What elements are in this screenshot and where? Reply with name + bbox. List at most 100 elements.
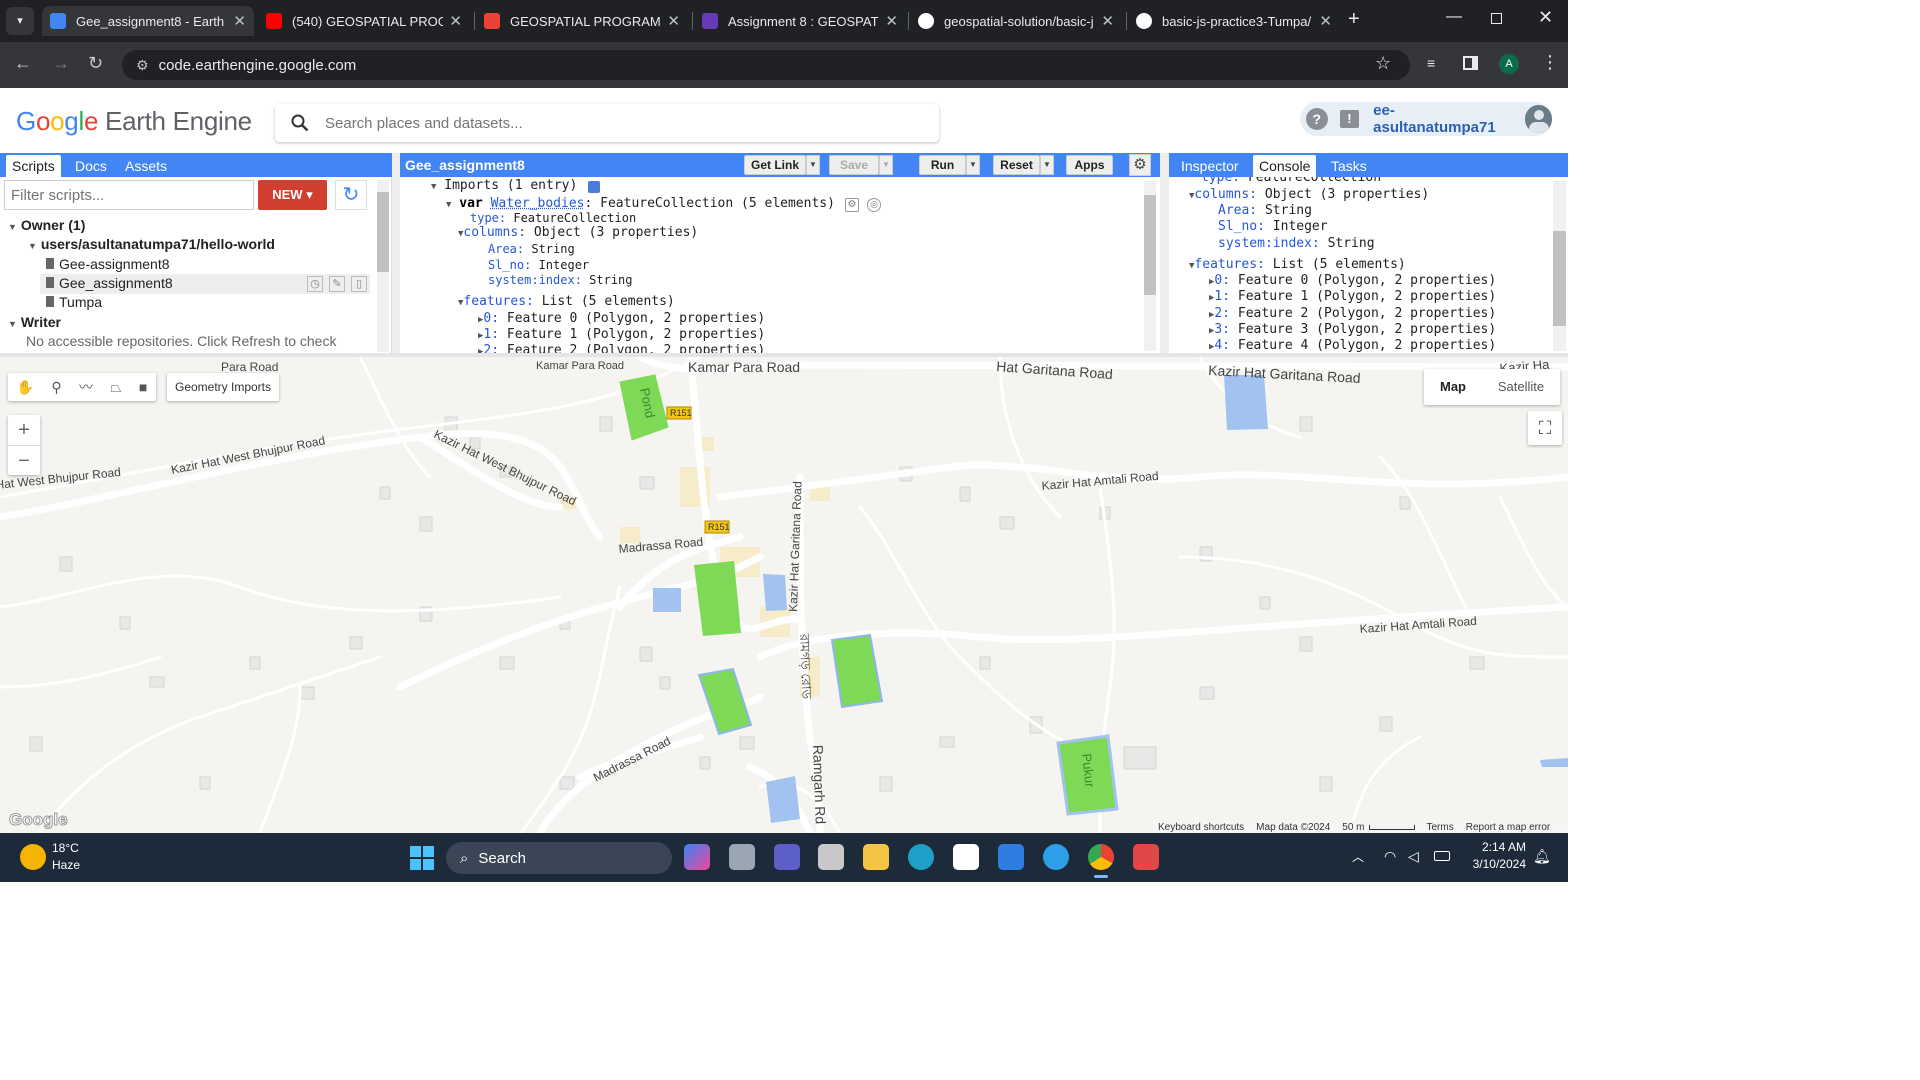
keyboard-shortcuts-link[interactable]: Keyboard shortcuts (1158, 822, 1244, 833)
search-input[interactable] (325, 114, 885, 132)
help-app-icon[interactable] (1043, 844, 1069, 870)
reload-icon[interactable]: ↻ (88, 53, 103, 74)
browser-tab[interactable]: geospatial-solution/basic-j ✕ (910, 6, 1122, 36)
editor-scrollbar[interactable] (1144, 181, 1156, 351)
script-file[interactable]: Gee-assignment8 (46, 256, 170, 272)
tab-inspector[interactable]: Inspector (1175, 155, 1245, 177)
terms-link[interactable]: Terms (1427, 822, 1454, 833)
user-chip[interactable]: ? ! ee-asultanatumpa71 (1300, 102, 1553, 136)
wifi-icon[interactable]: ◠ (1384, 848, 1396, 865)
feedback-icon[interactable]: ! (1339, 110, 1360, 128)
save-dropdown-icon[interactable]: ▼ (879, 155, 893, 175)
media-controls-icon[interactable]: ≡ (1427, 55, 1435, 71)
tray-overflow-icon[interactable]: ︿ (1352, 848, 1364, 865)
line-icon[interactable]: 〰 (79, 377, 93, 397)
zoom-in-button[interactable]: + (8, 415, 40, 445)
reset-dropdown-icon[interactable]: ▼ (1040, 155, 1054, 175)
imports-info-icon[interactable] (588, 181, 600, 193)
scripts-scrollbar[interactable] (377, 180, 389, 352)
battery-icon[interactable] (1434, 851, 1450, 861)
app-icon[interactable] (818, 844, 844, 870)
close-tab-icon[interactable]: ✕ (885, 12, 898, 30)
repo-folder[interactable]: ▼ users/asultanatumpa71/hello-world (28, 236, 275, 252)
settings-gear-icon[interactable]: ⚙ (1129, 154, 1151, 176)
close-tab-icon[interactable]: ✕ (233, 12, 246, 30)
browser-tab[interactable]: Assignment 8 : GEOSPATIA ✕ (694, 6, 906, 36)
chrome-icon[interactable] (1088, 844, 1114, 870)
report-error-link[interactable]: Report a map error (1466, 822, 1550, 833)
profile-avatar[interactable]: A (1499, 54, 1519, 74)
get-link-dropdown-icon[interactable]: ▼ (806, 155, 820, 175)
new-tab-button[interactable]: + (1348, 8, 1360, 31)
filter-scripts-input[interactable] (4, 180, 254, 210)
run-dropdown-icon[interactable]: ▼ (966, 155, 980, 175)
map-type-satellite-button[interactable]: Satellite (1482, 369, 1560, 405)
back-icon[interactable]: ← (14, 53, 32, 74)
earth-engine-logo[interactable]: Google Earth Engine (16, 106, 252, 137)
help-icon[interactable]: ? (1306, 108, 1328, 130)
task-view-icon[interactable] (729, 844, 755, 870)
import-visibility-icon[interactable]: ◎ (867, 198, 881, 212)
new-script-button[interactable]: NEW ▾ (258, 180, 327, 210)
browser-tab[interactable]: Gee_assignment8 - Earth E ✕ (42, 6, 254, 36)
search-box[interactable] (275, 104, 939, 142)
copilot-icon[interactable] (684, 844, 710, 870)
chrome-menu-icon[interactable]: ⋮ (1541, 52, 1559, 73)
code-editor[interactable]: ▼ Imports (1 entry) ▼ var Water_bodies: … (400, 177, 1160, 353)
bookmark-star-icon[interactable]: ☆ (1375, 53, 1391, 74)
close-tab-icon[interactable]: ✕ (667, 12, 680, 30)
file-explorer-icon[interactable] (863, 844, 889, 870)
import-settings-icon[interactable]: ⚙ (845, 198, 859, 212)
tab-tasks[interactable]: Tasks (1325, 155, 1373, 177)
polygon-icon[interactable]: ⏢ (110, 379, 121, 396)
user-avatar-icon[interactable] (1524, 105, 1553, 133)
rectangle-icon[interactable]: ■ (139, 379, 147, 395)
browser-tab[interactable]: GEOSPATIAL PROGRAMMI ✕ (476, 6, 688, 36)
panel-splitter[interactable] (392, 153, 400, 353)
browser-tab[interactable]: (540) GEOSPATIAL PROGRA ✕ (258, 6, 470, 36)
snipping-tool-icon[interactable] (1133, 844, 1159, 870)
tab-console[interactable]: Console (1253, 155, 1317, 177)
reset-button[interactable]: Reset (993, 155, 1040, 175)
geometry-imports-button[interactable]: Geometry Imports (167, 373, 279, 401)
tab-assets[interactable]: Assets (119, 155, 173, 177)
script-file[interactable]: Tumpa (46, 294, 102, 310)
console-output[interactable]: type: FeatureCollection ▼columns: Object… (1169, 177, 1568, 353)
restore-button[interactable] (1491, 13, 1502, 24)
close-tab-icon[interactable]: ✕ (1101, 12, 1114, 30)
save-button[interactable]: Save (829, 155, 879, 175)
scale-label[interactable]: 50 m (1342, 822, 1364, 833)
var-declaration[interactable]: ▼ var Water_bodies: FeatureCollection (5… (446, 196, 835, 211)
run-button[interactable]: Run (919, 155, 966, 175)
panel-splitter[interactable] (1160, 153, 1169, 353)
get-link-button[interactable]: Get Link (744, 155, 806, 175)
close-tab-icon[interactable]: ✕ (1319, 12, 1332, 30)
writer-folder[interactable]: ▼ Writer (8, 314, 61, 330)
pan-hand-icon[interactable]: ✋ (17, 379, 34, 396)
store-icon[interactable] (953, 844, 979, 870)
tab-docs[interactable]: Docs (69, 155, 113, 177)
site-info-icon[interactable]: ⚙ (136, 57, 149, 74)
side-panel-icon[interactable] (1463, 56, 1478, 70)
imports-line[interactable]: ▼ Imports (1 entry) (431, 178, 577, 193)
taskbar-search[interactable]: ⌕ Search (446, 842, 672, 874)
forward-icon[interactable]: → (52, 53, 70, 74)
browser-tab[interactable]: basic-js-practice3-Tumpa/ ✕ (1128, 6, 1340, 36)
notification-bell-icon[interactable]: 🔔︎ (1533, 848, 1551, 865)
edge-icon[interactable] (908, 844, 934, 870)
owner-folder[interactable]: ▼ Owner (1) (8, 217, 85, 233)
tab-scripts[interactable]: Scripts (6, 155, 61, 177)
edit-icon[interactable]: ✎ (329, 276, 345, 292)
refresh-scripts-button[interactable]: ↻ (335, 180, 367, 210)
fullscreen-button[interactable]: ⛶ (1528, 411, 1562, 445)
minimize-button[interactable]: — (1446, 8, 1462, 26)
marker-icon[interactable]: ⚲ (51, 379, 61, 396)
delete-icon[interactable]: ▯ (351, 276, 367, 292)
history-icon[interactable]: ◷ (307, 276, 323, 292)
script-file-selected[interactable]: Gee_assignment8 (46, 275, 173, 291)
close-window-button[interactable]: ✕ (1538, 7, 1553, 28)
tab-search-button[interactable]: ▾ (6, 7, 34, 35)
close-tab-icon[interactable]: ✕ (449, 12, 462, 30)
weather-widget[interactable]: 18°C Haze (18, 840, 108, 876)
volume-icon[interactable]: ◁ (1408, 848, 1419, 865)
